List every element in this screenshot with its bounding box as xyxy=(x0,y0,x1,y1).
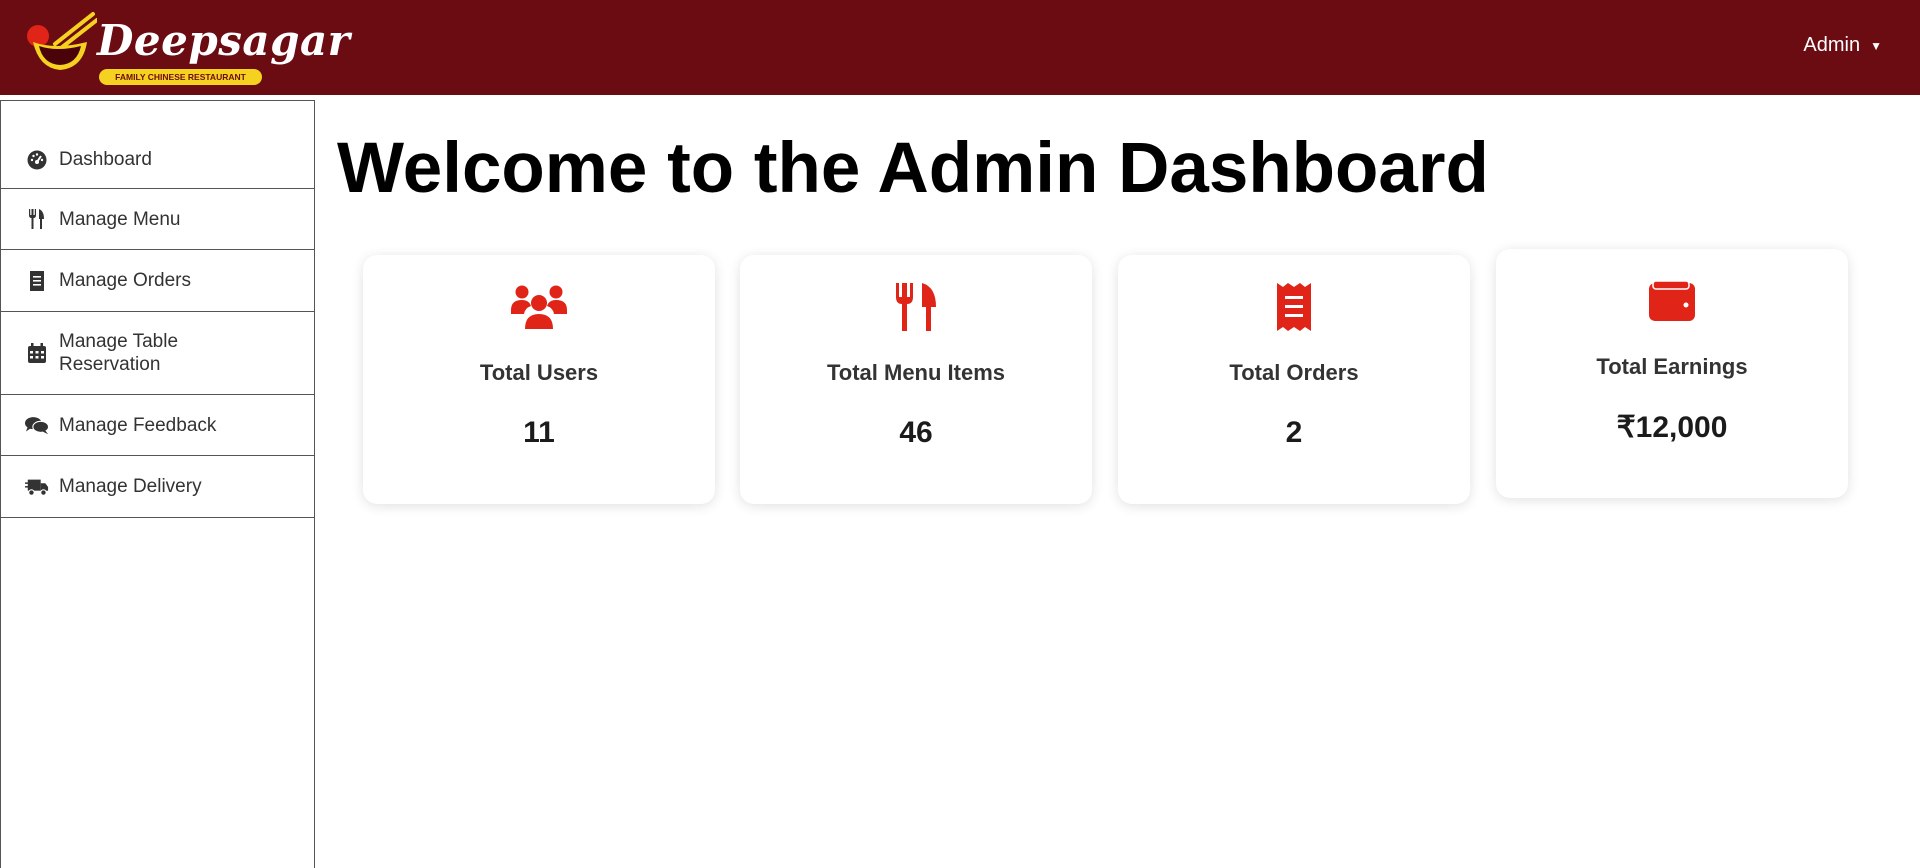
caret-down-icon: ▼ xyxy=(1870,38,1882,53)
page-title: Welcome to the Admin Dashboard xyxy=(337,129,1489,208)
bowl-logo-icon xyxy=(27,12,97,70)
sidebar-item-manage-table-reservation[interactable]: Manage Table Reservation xyxy=(1,312,314,395)
stat-card-total-menu-items: Total Menu Items 46 xyxy=(740,255,1092,504)
sidebar-item-manage-menu[interactable]: Manage Menu xyxy=(1,189,314,250)
stat-label: Total Orders xyxy=(1229,360,1359,385)
utensils-icon xyxy=(25,207,49,231)
sidebar-item-label: Dashboard xyxy=(59,149,152,170)
admin-menu-label: Admin xyxy=(1803,34,1861,56)
stat-value: ₹12,000 xyxy=(1616,411,1728,444)
sidebar-item-label: Manage Orders xyxy=(59,270,192,291)
sidebar-item-label: Manage Menu xyxy=(59,208,181,230)
gauge-icon xyxy=(25,148,49,172)
top-bar: Deepsagar FAMILY CHINESE RESTAURANT Admi… xyxy=(0,0,1920,95)
sidebar-item-label: Manage Table Reservation xyxy=(59,331,179,375)
stat-label: Total Menu Items xyxy=(826,360,1006,385)
sidebar-item-label: Manage Delivery xyxy=(59,476,202,497)
sidebar-item-manage-feedback[interactable]: Manage Feedback xyxy=(1,395,314,456)
sidebar-item-label: Manage Feedback xyxy=(59,414,217,436)
calendar-icon xyxy=(25,341,49,365)
stat-value: 46 xyxy=(899,416,933,449)
utensils-icon xyxy=(740,277,1092,337)
brand-tagline: FAMILY CHINESE RESTAURANT xyxy=(99,69,262,85)
sidebar: Dashboard Manage Menu Manage Orders Mana… xyxy=(0,100,315,868)
receipt-icon xyxy=(1118,277,1470,337)
truck-icon xyxy=(25,475,49,499)
sidebar-item-dashboard[interactable]: Dashboard xyxy=(1,101,314,189)
sidebar-item-manage-orders[interactable]: Manage Orders xyxy=(1,250,314,312)
wallet-icon xyxy=(1496,271,1848,331)
stat-card-total-earnings: Total Earnings ₹12,000 xyxy=(1496,249,1848,498)
stat-label: Total Earnings xyxy=(1596,354,1748,379)
receipt-icon xyxy=(25,269,49,293)
comments-icon xyxy=(25,413,49,437)
users-icon xyxy=(363,277,715,337)
stat-card-total-users: Total Users 11 xyxy=(363,255,715,504)
sidebar-item-manage-delivery[interactable]: Manage Delivery xyxy=(1,456,314,518)
brand-logo[interactable]: Deepsagar FAMILY CHINESE RESTAURANT xyxy=(25,10,350,88)
brand-name: Deepsagar xyxy=(97,16,351,65)
stat-value: 2 xyxy=(1285,416,1303,449)
stat-label: Total Users xyxy=(479,360,599,385)
stat-card-total-orders: Total Orders 2 xyxy=(1118,255,1470,504)
stat-value: 11 xyxy=(523,416,555,449)
admin-user-menu[interactable]: Admin ▼ xyxy=(1803,34,1882,57)
